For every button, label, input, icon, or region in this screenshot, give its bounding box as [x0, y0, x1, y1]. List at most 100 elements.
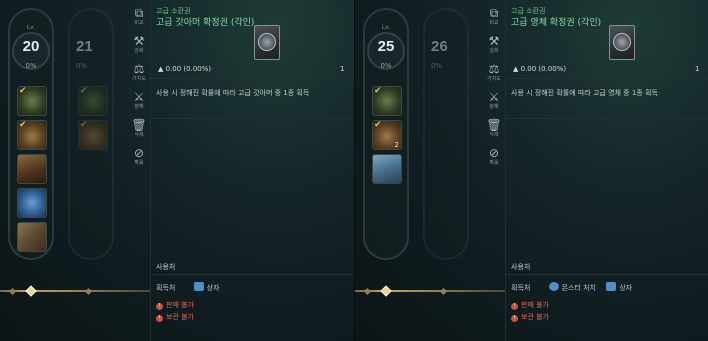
action-rail: ⧉ 비교 ⚒ 강화 ⚖ 가치도 ⚔ 분해 🗑 삭제 ⊘ 확률 [128, 0, 150, 175]
item-detail: 고급 소환권 고급 영체 확정권 (각인) ▲ 0.00 (0.00%) 1 사… [505, 0, 708, 341]
divider [151, 274, 354, 275]
next-level-number: 21 [76, 38, 93, 55]
monster-icon [548, 282, 559, 291]
dismantle-icon: ⚔ [488, 90, 500, 104]
reward-slot[interactable] [17, 222, 47, 252]
track-marker-current [380, 285, 392, 297]
level-number: 20 [22, 38, 40, 55]
next-level-percent: 0% [76, 62, 88, 70]
level-percent: 0% [25, 62, 37, 70]
level-label: Lv. [381, 24, 391, 31]
dismantle-icon: ⚔ [133, 90, 145, 104]
probability-button[interactable]: ⊘ 확률 [483, 146, 505, 167]
level-label: Lv. [26, 24, 36, 31]
item-chance: ▲ 0.00 (0.00%) [158, 65, 212, 73]
progress-track [355, 290, 505, 292]
usage-label: 사용처 [511, 263, 531, 271]
reward-slot[interactable] [17, 154, 47, 184]
card-emblem-icon [258, 33, 276, 51]
item-chance: ▲ 0.00 (0.00%) [513, 65, 567, 73]
track-marker-current [25, 285, 37, 297]
enhance-hammer-icon: ⚒ [488, 34, 500, 48]
action-rail: ⧉ 비교 ⚒ 강화 ⚖ 가치도 ⚔ 분해 🗑 삭제 ⊘ 확률 [483, 0, 505, 175]
probability-icon: ⊘ [133, 146, 145, 160]
reward-slot[interactable] [372, 154, 402, 184]
compare-icon: ⧉ [489, 6, 499, 20]
slot-count: 2 [394, 141, 399, 149]
next-level-percent: 0% [431, 62, 443, 70]
reward-slot[interactable]: ✔ [372, 86, 402, 116]
item-panel-right: Lv. 25 0% ✔ ✔ 2 26 0% ⧉ 비교 ⚒ 강화 ⚖ 가치도 ⚔ 분해 🗑 삭… [354, 0, 708, 341]
compare-button[interactable]: ⧉ 비교 [483, 6, 505, 27]
level-column-next: 26 0% [423, 8, 469, 260]
source-link[interactable]: 상자 [207, 284, 220, 292]
divider [151, 118, 354, 119]
reward-slot[interactable]: ✔ [78, 86, 108, 116]
check-icon: ✔ [80, 120, 88, 130]
source-link[interactable]: 상자 [619, 284, 632, 292]
item-quantity: 1 [340, 65, 345, 73]
level-number: 25 [377, 38, 395, 55]
obtain-label: 획득처 [511, 284, 531, 292]
reward-slot[interactable]: ✔ [17, 86, 47, 116]
warning-icon: ! [511, 303, 518, 310]
scale-icon: ⚖ [488, 62, 500, 76]
warning-icon: ! [156, 303, 163, 310]
next-level-number: 26 [431, 38, 448, 55]
warning-no-sell: ! 판매 불가 [511, 300, 549, 310]
level-column-next: 21 0% ✔ ✔ [68, 8, 114, 260]
level-column-current: Lv. 20 0% ✔ ✔ [8, 8, 54, 260]
check-icon: ✔ [374, 86, 382, 96]
divider [151, 78, 354, 79]
probability-button[interactable]: ⊘ 확률 [128, 146, 150, 167]
item-name: 고급 영체 확정권 (각인) [511, 18, 602, 28]
reward-slot[interactable]: ✔ [78, 120, 108, 150]
item-quantity: 1 [695, 65, 700, 73]
check-icon: ✔ [80, 86, 88, 96]
compare-icon: ⧉ [134, 6, 144, 20]
check-icon: ✔ [374, 120, 382, 130]
enhance-button[interactable]: ⚒ 강화 [128, 34, 150, 55]
obtain-row: 획득처 상자 [156, 282, 227, 292]
scale-icon: ⚖ [133, 62, 145, 76]
compare-button[interactable]: ⧉ 비교 [128, 6, 150, 27]
warning-icon: ! [511, 315, 518, 322]
obtain-row: 획득처 몬스터 처치 상자 [511, 282, 640, 292]
usage-label: 사용처 [156, 263, 176, 271]
level-percent: 0% [380, 62, 392, 70]
warning-icon: ! [156, 315, 163, 322]
reward-slot[interactable] [17, 188, 47, 218]
chest-icon [606, 282, 617, 291]
card-emblem-icon [613, 33, 631, 51]
level-column-current: Lv. 25 0% ✔ ✔ 2 [363, 8, 409, 260]
trash-icon: 🗑 [131, 118, 147, 132]
probability-icon: ⊘ [488, 146, 500, 160]
trash-icon: 🗑 [486, 118, 502, 132]
source-link[interactable]: 몬스터 처치 [562, 284, 596, 292]
item-detail: 고급 소환권 고급 갓아머 확정권 (각인) ▲ 0.00 (0.00%) 1 … [150, 0, 354, 341]
item-card-image [254, 25, 280, 60]
reward-slot[interactable]: ✔ [17, 120, 47, 150]
dismantle-button[interactable]: ⚔ 분해 [483, 90, 505, 111]
obtain-label: 획득처 [156, 284, 176, 292]
check-icon: ✔ [19, 120, 27, 130]
check-icon: ✔ [19, 86, 27, 96]
item-description: 사용 시 정해진 확률에 따라 고급 영체 중 1종 획득 [511, 89, 658, 97]
divider [506, 274, 708, 275]
divider [506, 78, 708, 79]
delete-button[interactable]: 🗑 삭제 [483, 118, 505, 139]
warning-no-sell: ! 판매 불가 [156, 300, 194, 310]
warning-no-storage: ! 보관 불가 [156, 312, 194, 322]
enhance-hammer-icon: ⚒ [133, 34, 145, 48]
warning-no-storage: ! 보관 불가 [511, 312, 549, 322]
divider [506, 118, 708, 119]
reward-slot[interactable]: ✔ 2 [372, 120, 402, 150]
enhance-button[interactable]: ⚒ 강화 [483, 34, 505, 55]
value-button[interactable]: ⚖ 가치도 [128, 62, 150, 83]
item-panel-left: Lv. 20 0% ✔ ✔ 21 0% ✔ ✔ ⧉ 비교 ⚒ 강화 ⚖ 가치도 ⚔ 분해… [0, 0, 354, 341]
delete-button[interactable]: 🗑 삭제 [128, 118, 150, 139]
dismantle-button[interactable]: ⚔ 분해 [128, 90, 150, 111]
progress-track [0, 290, 150, 292]
item-card-image [609, 25, 635, 60]
value-button[interactable]: ⚖ 가치도 [483, 62, 505, 83]
